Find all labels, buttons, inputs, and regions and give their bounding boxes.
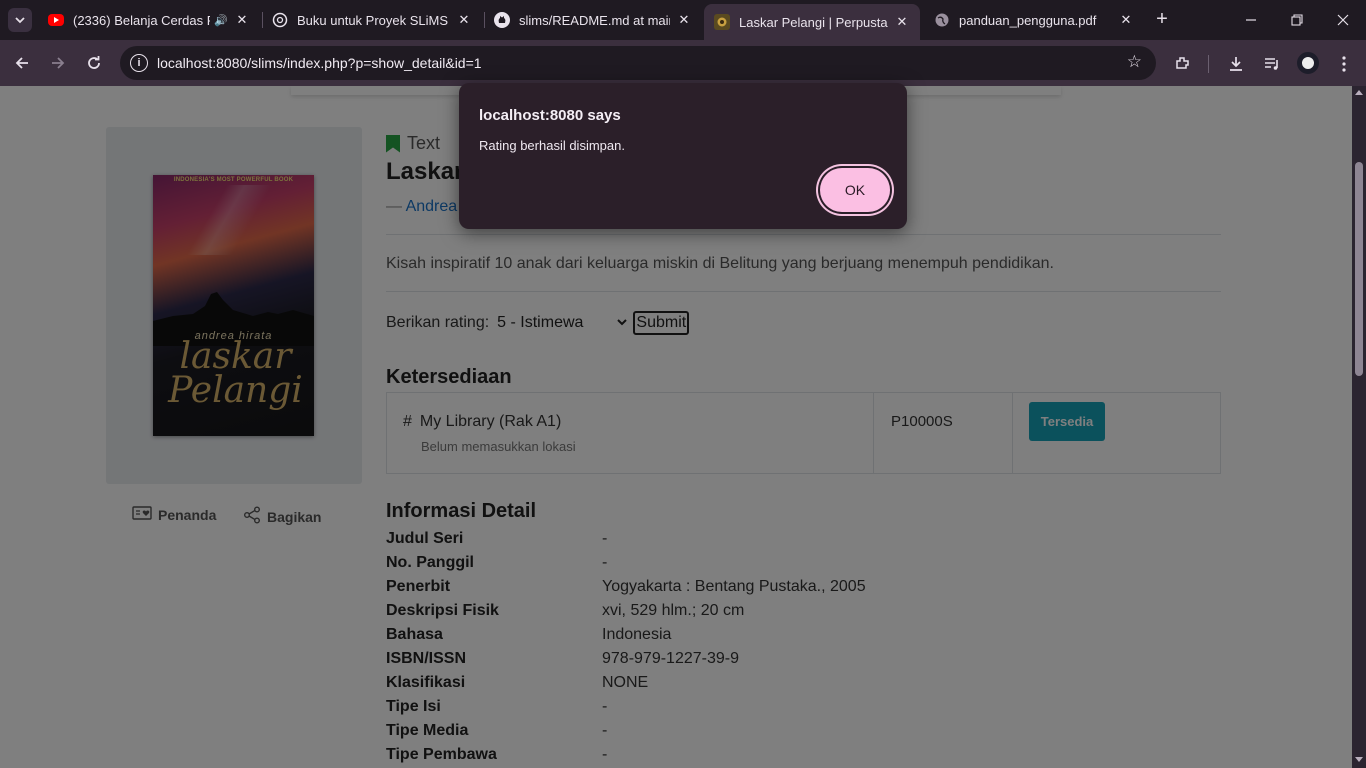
close-icon xyxy=(1337,14,1349,26)
address-bar[interactable]: i localhost:8080/slims/index.php?p=show_… xyxy=(120,46,1156,80)
tab-search-button[interactable] xyxy=(8,8,32,32)
restore-icon xyxy=(1291,14,1303,26)
close-tab-icon[interactable]: ✕ xyxy=(676,12,692,28)
ok-button[interactable]: OK xyxy=(820,168,890,212)
download-icon[interactable] xyxy=(1224,52,1248,76)
tab-title: panduan_pengguna.pdf xyxy=(959,12,1097,28)
youtube-icon xyxy=(48,14,64,26)
minimize-button[interactable] xyxy=(1228,0,1274,40)
tab-laskar-pelangi[interactable]: Laskar Pelangi | Perpustakaa ✕ xyxy=(704,4,920,40)
close-tab-icon[interactable]: ✕ xyxy=(1118,12,1134,28)
close-window-button[interactable] xyxy=(1320,0,1366,40)
close-tab-icon[interactable]: ✕ xyxy=(234,12,250,28)
tab-title: Laskar Pelangi | Perpustakaa xyxy=(739,14,888,30)
close-tab-icon[interactable]: ✕ xyxy=(456,12,472,28)
restore-button[interactable] xyxy=(1274,0,1320,40)
url-text[interactable]: localhost:8080/slims/index.php?p=show_de… xyxy=(157,55,482,71)
media-control-icon[interactable] xyxy=(1260,52,1284,76)
chatgpt-icon xyxy=(272,12,288,28)
toolbar-separator xyxy=(1208,55,1209,73)
scrollbar-thumb[interactable] xyxy=(1355,162,1363,376)
tab-strip: (2336) Belanja Cerdas Re 🔊 ✕ Buku untuk … xyxy=(0,0,1366,40)
profile-avatar[interactable] xyxy=(1297,52,1319,74)
tab-chatgpt[interactable]: Buku untuk Proyek SLiMS ✕ xyxy=(262,4,482,36)
page-scrollbar[interactable] xyxy=(1352,86,1366,768)
site-info-icon[interactable]: i xyxy=(130,54,148,72)
speaker-icon[interactable]: 🔊 xyxy=(214,14,228,27)
alert-dialog: localhost:8080 says Rating berhasil disi… xyxy=(459,83,907,229)
dialog-message: Rating berhasil disimpan. xyxy=(479,138,625,153)
forward-button[interactable] xyxy=(45,50,71,76)
reload-button[interactable] xyxy=(81,50,107,76)
tab-title: Buku untuk Proyek SLiMS xyxy=(297,12,449,28)
github-icon xyxy=(494,12,510,28)
scroll-down-arrow-icon[interactable] xyxy=(1354,756,1364,766)
slims-icon xyxy=(714,14,730,30)
arrow-left-icon xyxy=(15,57,28,69)
back-button[interactable] xyxy=(9,50,35,76)
close-tab-icon[interactable]: ✕ xyxy=(894,14,910,30)
scroll-up-arrow-icon[interactable] xyxy=(1354,88,1364,98)
browser-toolbar: i localhost:8080/slims/index.php?p=show_… xyxy=(0,40,1366,86)
tab-panduan-pdf[interactable]: panduan_pengguna.pdf ✕ xyxy=(924,4,1144,36)
tab-title: (2336) Belanja Cerdas Re xyxy=(73,12,211,28)
dialog-title: localhost:8080 says xyxy=(479,107,621,124)
minimize-icon xyxy=(1246,19,1256,21)
chevron-down-icon xyxy=(15,17,25,24)
new-tab-button[interactable]: + xyxy=(1150,8,1174,32)
arrow-right-icon xyxy=(52,57,65,69)
menu-icon[interactable] xyxy=(1332,52,1356,76)
tab-youtube[interactable]: (2336) Belanja Cerdas Re 🔊 ✕ xyxy=(38,4,260,36)
reload-icon xyxy=(88,56,100,69)
bookmark-star-icon[interactable]: ☆ xyxy=(1127,52,1142,72)
tab-title: slims/README.md at main · xyxy=(519,12,670,28)
tab-github[interactable]: slims/README.md at main · ✕ xyxy=(484,4,702,36)
extensions-icon[interactable] xyxy=(1171,52,1195,76)
globe-icon xyxy=(934,12,950,28)
